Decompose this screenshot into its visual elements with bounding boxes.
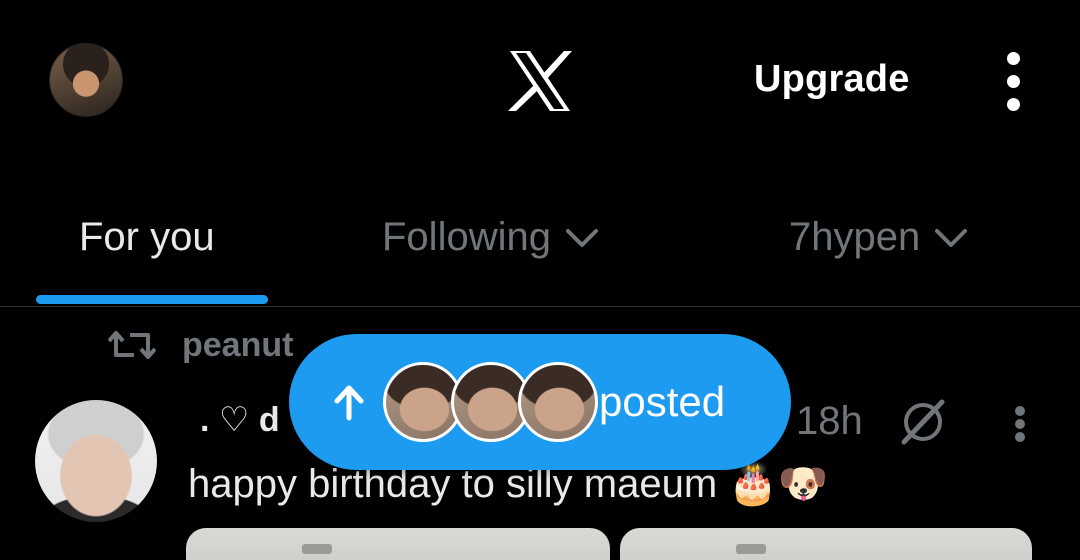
retweet-icon [108, 331, 156, 359]
grok-icon[interactable] [898, 398, 948, 446]
post-more-icon[interactable] [1010, 404, 1030, 444]
avatar [518, 362, 598, 442]
post-author-avatar[interactable] [35, 400, 157, 522]
profile-avatar[interactable] [49, 43, 123, 117]
tab-following[interactable]: Following [382, 215, 599, 260]
chevron-down-icon [565, 228, 598, 247]
active-tab-indicator [36, 295, 268, 304]
tab-label: For you [79, 215, 215, 259]
author-display-name: . ♡ d [200, 401, 280, 439]
tab-7hypen[interactable]: 7hypen [789, 215, 968, 260]
tab-label: Following [382, 215, 551, 259]
post-media-image[interactable] [620, 528, 1032, 560]
x-logo-icon [508, 51, 572, 111]
arrow-up-icon [334, 385, 364, 421]
retweeter-name: peanut [182, 325, 294, 364]
new-posts-pill[interactable]: posted [289, 334, 791, 470]
top-app-bar: Upgrade [0, 0, 1080, 165]
post-author-name[interactable]: . ♡ d [200, 400, 280, 440]
tab-label: 7hypen [789, 215, 921, 259]
more-options-icon[interactable] [1000, 50, 1028, 114]
new-posts-label: posted [599, 378, 726, 425]
tab-for-you[interactable]: For you [79, 215, 215, 260]
timeline-tabs: For you Following 7hypen [0, 195, 1080, 307]
chevron-down-icon [935, 228, 968, 247]
x-home-screen: Upgrade For you Following 7hypen peanut … [0, 0, 1080, 560]
post-media-image[interactable] [186, 528, 610, 560]
upgrade-button[interactable]: Upgrade [754, 58, 910, 101]
post-timestamp[interactable]: 18h [796, 399, 863, 444]
retweet-context[interactable]: peanut [108, 325, 293, 365]
